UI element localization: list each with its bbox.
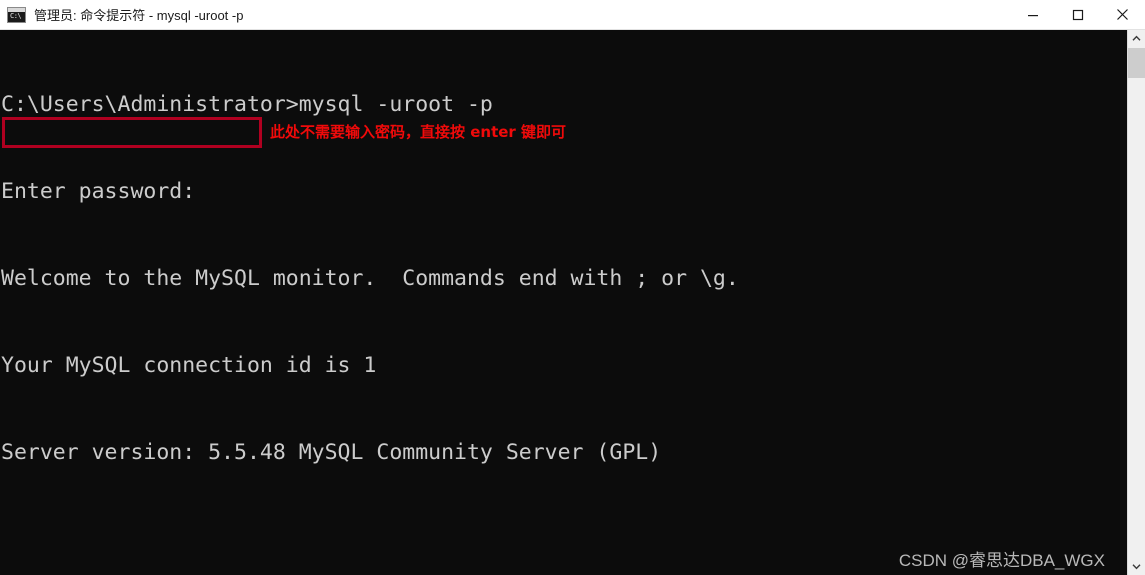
console-line: Welcome to the MySQL monitor. Commands e… (1, 266, 739, 291)
maximize-icon (1072, 9, 1083, 20)
maximize-button[interactable] (1055, 0, 1100, 30)
cmd-console-icon: C:\ (7, 6, 26, 23)
cmd-console-window: C:\ 管理员: 命令提示符 - mysql -uroot -p C:\User… (0, 0, 1145, 575)
window-controls (1010, 0, 1145, 30)
scrollbar-down-button[interactable] (1128, 558, 1145, 575)
console-line: C:\Users\Administrator>mysql -uroot -p (1, 92, 493, 117)
window-title: 管理员: 命令提示符 - mysql -uroot -p (34, 8, 244, 23)
scrollbar-up-button[interactable] (1128, 30, 1145, 47)
chevron-down-icon (1132, 564, 1141, 570)
chevron-up-icon (1132, 35, 1141, 41)
console-line: Server version: 5.5.48 MySQL Community S… (1, 440, 662, 465)
console-text: C:\Users\Administrator>mysql -uroot -p E… (0, 32, 1127, 575)
close-icon (1117, 9, 1128, 20)
close-button[interactable] (1100, 0, 1145, 30)
scrollbar-thumb[interactable] (1128, 48, 1145, 78)
vertical-scrollbar[interactable] (1127, 30, 1145, 575)
console-output-area[interactable]: C:\Users\Administrator>mysql -uroot -p E… (0, 30, 1127, 575)
cmd-icon-glyph: C:\ (10, 11, 22, 20)
title-bar[interactable]: C:\ 管理员: 命令提示符 - mysql -uroot -p (0, 0, 1145, 30)
scrollbar-track[interactable] (1128, 47, 1145, 558)
console-line-enter-password: Enter password: (1, 179, 196, 204)
title-bar-left: C:\ 管理员: 命令提示符 - mysql -uroot -p (0, 5, 1010, 24)
watermark: CSDN @睿思达DBA_WGX (898, 551, 1105, 570)
annotation-note: 此处不需要输入密码，直接按 enter 键即可 (270, 123, 567, 141)
minimize-icon (1027, 14, 1038, 16)
console-line: Your MySQL connection id is 1 (1, 353, 377, 378)
minimize-button[interactable] (1010, 0, 1055, 30)
